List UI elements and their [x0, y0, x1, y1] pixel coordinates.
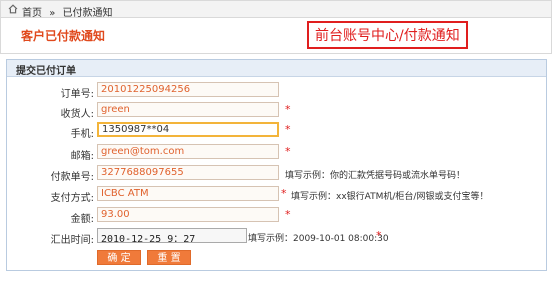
- breadcrumb: 首页 » 已付款通知: [22, 4, 117, 19]
- receiver-field[interactable]: green: [97, 102, 279, 117]
- payment-number-field[interactable]: 3277688097655: [97, 165, 279, 180]
- amount-field[interactable]: 93.00: [97, 207, 279, 222]
- mobile-label: 手机:: [70, 129, 94, 140]
- required-asterisk: *: [285, 145, 291, 158]
- required-asterisk: *: [281, 187, 287, 200]
- panel-title-bar: 提交已付订单: [7, 60, 546, 77]
- transfer-time-field[interactable]: 2010-12-25 9：27: [97, 228, 247, 243]
- order-number-field[interactable]: 20101225094256: [97, 82, 279, 97]
- page-title: 客户已付款通知: [21, 29, 106, 43]
- transfer-time-row: 汇出时间: 2010-12-25 9：27 填写示例：2009-10-01 08…: [7, 228, 546, 246]
- amount-row: 金额: 93.00 *: [7, 207, 546, 225]
- payment-method-field[interactable]: ICBC ATM: [97, 186, 279, 201]
- payment-method-label: 支付方式:: [50, 193, 94, 204]
- payment-number-label: 付款单号:: [50, 172, 94, 183]
- receiver-row: 收货人: green *: [7, 102, 546, 120]
- order-number-row: 订单号: 20101225094256: [7, 82, 546, 100]
- page-header: 客户已付款通知 前台账号中心/付款通知: [0, 18, 552, 54]
- payment-number-hint: 填写示例：你的汇款凭据号码或流水单号码！: [285, 171, 466, 181]
- transfer-time-hint: 填写示例：2009-10-01 08:00:30: [248, 234, 389, 244]
- receiver-label: 收货人:: [60, 109, 94, 120]
- breadcrumb-bar: 首页 » 已付款通知: [0, 0, 552, 19]
- reset-button[interactable]: 重 置: [147, 250, 191, 265]
- home-icon[interactable]: [8, 4, 18, 14]
- required-asterisk: *: [285, 103, 291, 116]
- required-asterisk: *: [285, 123, 291, 136]
- payment-method-hint: 填写示例：xx银行ATM机/柜台/网银或支付宝等！: [291, 192, 489, 202]
- mobile-field[interactable]: 1350987**04: [97, 122, 279, 137]
- email-row: 邮箱: green@tom.com *: [7, 144, 546, 162]
- required-asterisk: *: [376, 229, 382, 242]
- payment-form-panel: 提交已付订单 订单号: 20101225094256 收货人: green * …: [6, 59, 547, 271]
- amount-label: 金额:: [70, 214, 94, 225]
- mobile-row: 手机: 1350987**04 *: [7, 122, 546, 140]
- email-label: 邮箱:: [70, 151, 94, 162]
- required-asterisk: *: [285, 208, 291, 221]
- button-row: 确 定 重 置: [7, 250, 546, 268]
- annotation-callout: 前台账号中心/付款通知: [307, 21, 468, 49]
- email-field[interactable]: green@tom.com: [97, 144, 279, 159]
- payment-method-row: 支付方式: ICBC ATM * 填写示例：xx银行ATM机/柜台/网银或支付宝…: [7, 186, 546, 204]
- panel-title: 提交已付订单: [16, 66, 76, 77]
- transfer-time-label: 汇出时间:: [50, 235, 94, 246]
- order-number-label: 订单号:: [60, 89, 94, 100]
- confirm-button[interactable]: 确 定: [97, 250, 141, 265]
- payment-number-row: 付款单号: 3277688097655 填写示例：你的汇款凭据号码或流水单号码！: [7, 165, 546, 183]
